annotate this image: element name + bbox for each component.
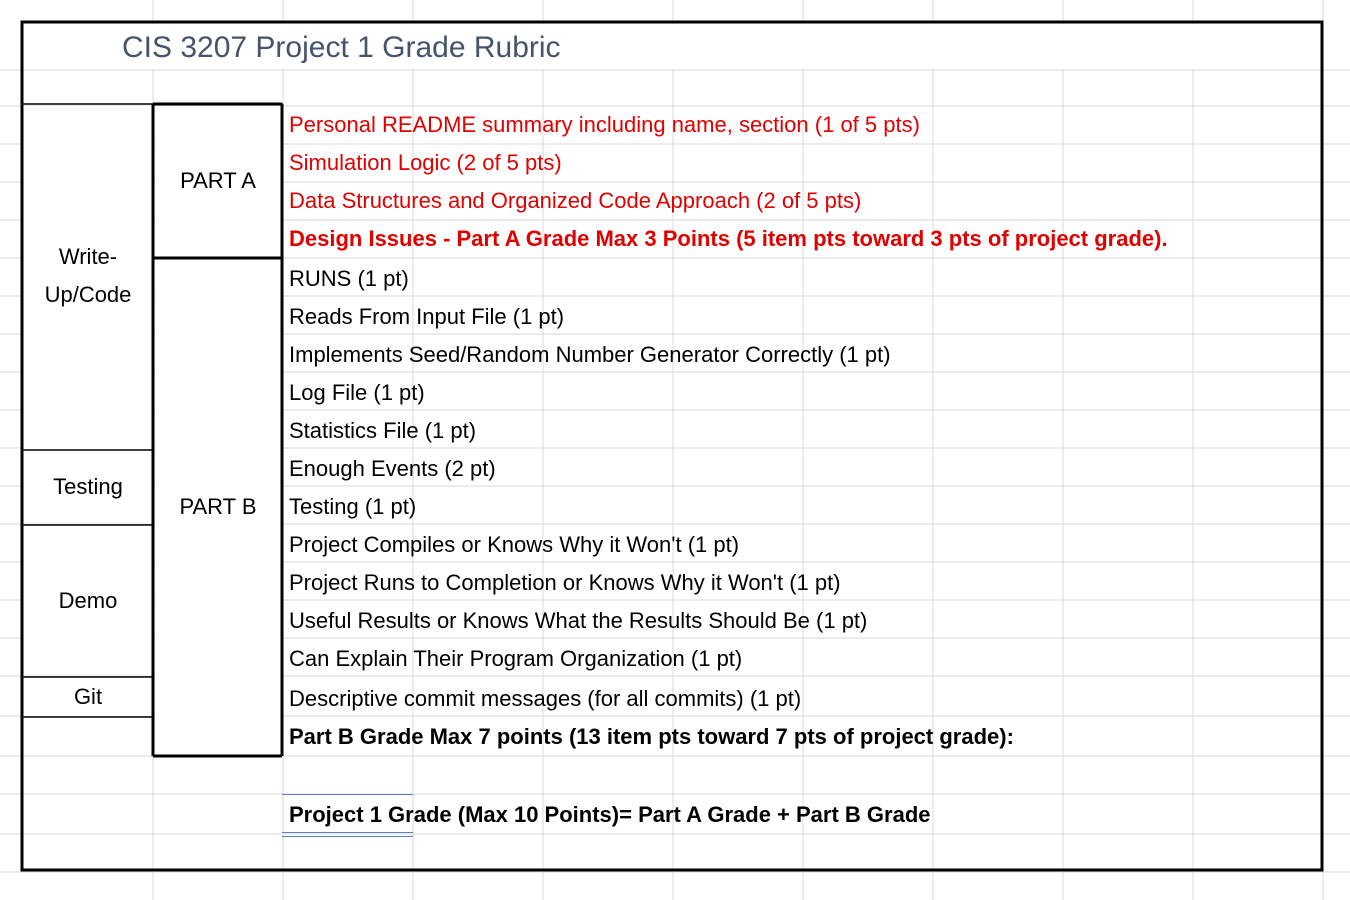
rubric-item: Descriptive commit messages (for all com…	[289, 686, 802, 711]
rubric-item: Implements Seed/Random Number Generator …	[289, 342, 891, 367]
rubric-item: RUNS (1 pt)	[289, 266, 409, 291]
rubric-item: Personal README summary including name, …	[289, 112, 920, 137]
category-testing: Testing	[53, 474, 123, 499]
category-write-up-line2: Up/Code	[44, 282, 132, 307]
category-git: Git	[73, 684, 103, 709]
cell-highlight-top	[282, 794, 413, 795]
rubric-item: Project Compiles or Knows Why it Won't (…	[289, 532, 740, 557]
rubric-item: Design Issues - Part A Grade Max 3 Point…	[289, 226, 1168, 251]
category-demo: Demo	[58, 588, 118, 613]
rubric-item: Testing (1 pt)	[289, 494, 417, 519]
rubric-item: Part B Grade Max 7 points (13 item pts t…	[289, 724, 1014, 749]
part-b-label: PART B	[179, 494, 257, 519]
rubric-item: Project Runs to Completion or Knows Why …	[289, 570, 841, 595]
page-title: CIS 3207 Project 1 Grade Rubric	[122, 31, 561, 64]
final-grade-formula: Project 1 Grade (Max 10 Points)= Part A …	[289, 802, 931, 827]
cell-highlight-bottom-double	[282, 836, 413, 837]
rubric-item: Reads From Input File (1 pt)	[289, 304, 565, 329]
rubric-item: Enough Events (2 pt)	[289, 456, 496, 481]
part-a-label: PART A	[180, 168, 256, 193]
rubric-item: Can Explain Their Program Organization (…	[289, 646, 743, 671]
category-write-up-line1: Write-	[58, 244, 118, 269]
rubric-item: Log File (1 pt)	[289, 380, 425, 405]
rubric-item: Simulation Logic (2 of 5 pts)	[289, 150, 562, 175]
rubric-item: Statistics File (1 pt)	[289, 418, 477, 443]
rubric-item: Useful Results or Knows What the Results…	[289, 608, 868, 633]
rubric-item: Data Structures and Organized Code Appro…	[289, 188, 862, 213]
